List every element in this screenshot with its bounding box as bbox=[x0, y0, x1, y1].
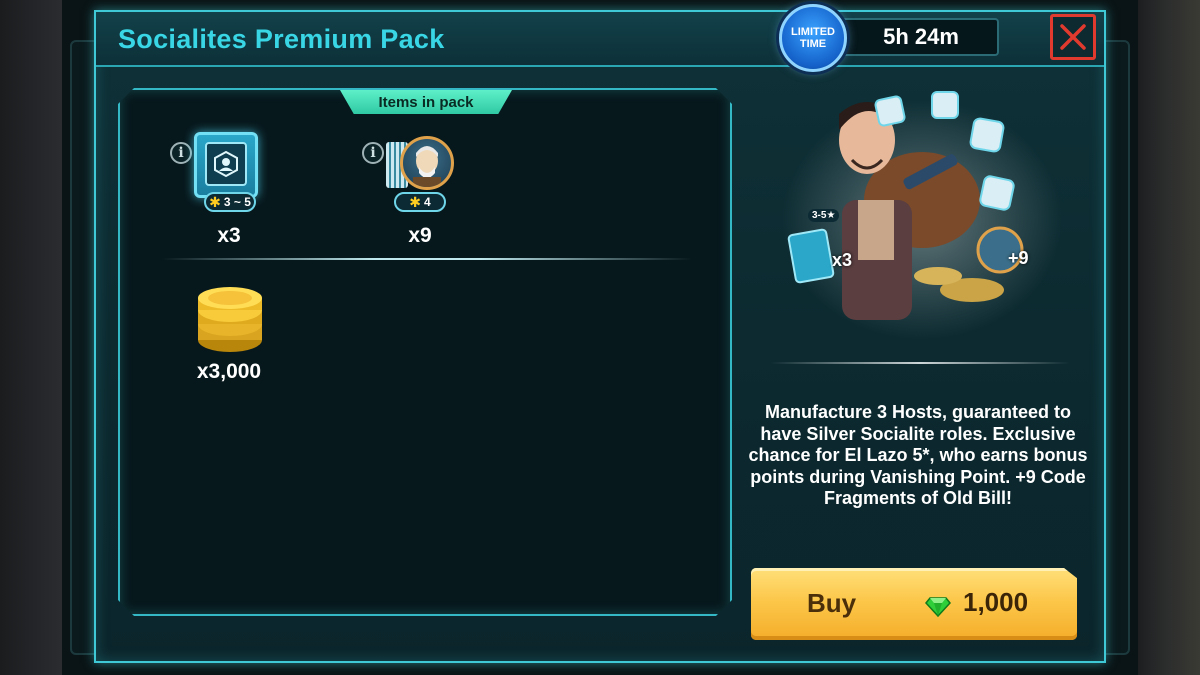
close-button[interactable] bbox=[1050, 14, 1096, 60]
pack-modal: Socialites Premium Pack 5h 24m LIMITED T… bbox=[94, 4, 1106, 663]
hero-fragment-count: +9 bbox=[1008, 248, 1029, 268]
portrait-fragment-icon[interactable] bbox=[386, 136, 454, 194]
coin-stack-icon[interactable] bbox=[194, 286, 266, 354]
star-level-label: 4 bbox=[424, 195, 431, 209]
star-level-badge: ✱ 4 bbox=[394, 192, 446, 212]
items-in-pack-tab: Items in pack bbox=[340, 90, 512, 114]
description-divider bbox=[770, 362, 1070, 364]
buy-button[interactable]: Buy 1,000 bbox=[751, 568, 1077, 640]
hero-card-badge: 3-5★ bbox=[808, 209, 840, 222]
limited-time-badge: LIMITED TIME bbox=[779, 4, 847, 72]
green-gem-icon bbox=[925, 597, 951, 618]
pack-description: Manufacture 3 Hosts, guaranteed to have … bbox=[748, 402, 1088, 509]
items-divider bbox=[162, 258, 692, 260]
right-letterbox bbox=[1138, 0, 1200, 675]
info-icon[interactable]: i bbox=[170, 142, 192, 164]
item-quantity: x9 bbox=[408, 224, 432, 247]
host-card-icon[interactable] bbox=[194, 132, 258, 198]
buy-price: 1,000 bbox=[963, 587, 1029, 617]
timer-display: 5h 24m bbox=[833, 18, 999, 56]
star-range-badge: ✱ 3 ~ 5 bbox=[204, 192, 256, 212]
item-quantity: x3 bbox=[217, 224, 241, 247]
star-range-label: 3 ~ 5 bbox=[223, 195, 251, 209]
hero-card-count: x3 bbox=[832, 250, 853, 270]
star-icon: ✱ bbox=[409, 193, 422, 210]
modal-title: Socialites Premium Pack bbox=[118, 24, 445, 54]
left-letterbox bbox=[0, 0, 62, 675]
buy-label: Buy bbox=[807, 588, 857, 618]
item-quantity: x3,000 bbox=[196, 360, 262, 383]
limited-time-label: LIMITED TIME bbox=[791, 26, 835, 50]
close-x-icon bbox=[1060, 24, 1086, 50]
info-icon[interactable]: i bbox=[362, 142, 384, 164]
star-icon: ✱ bbox=[209, 193, 221, 210]
